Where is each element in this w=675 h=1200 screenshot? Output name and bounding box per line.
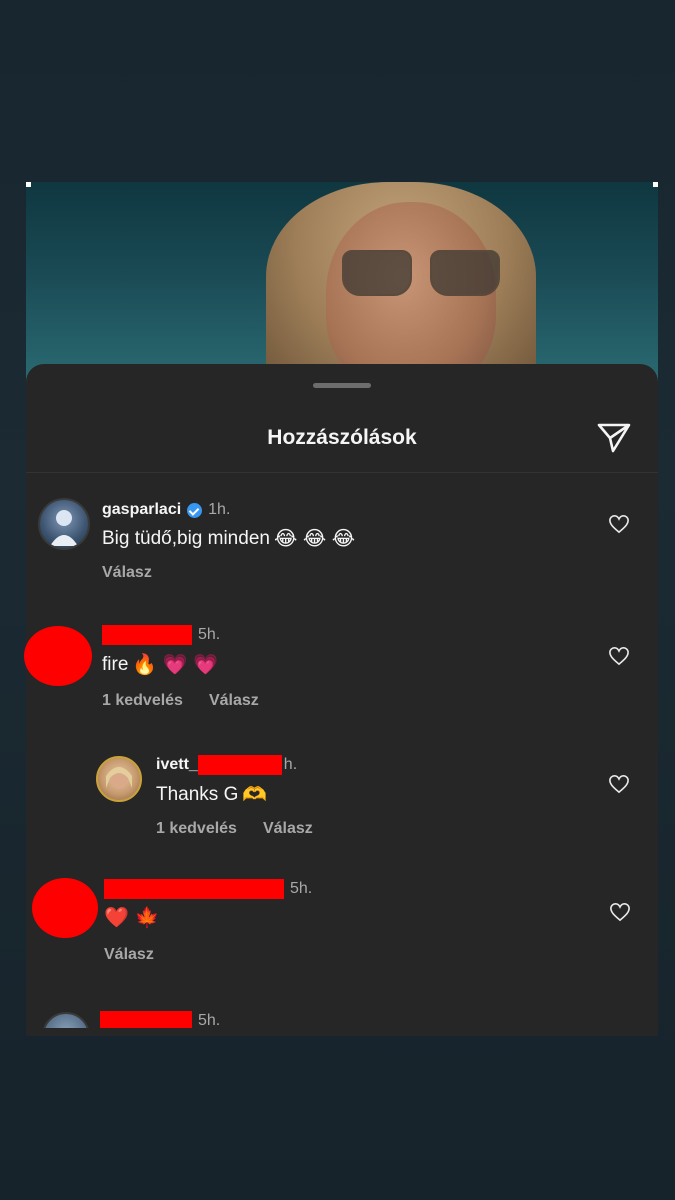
comment-emojis: 🫶	[242, 784, 268, 806]
reply-button[interactable]: Válasz	[102, 564, 152, 582]
avatar-redacted[interactable]	[24, 626, 92, 686]
username-redacted	[104, 879, 284, 899]
comment-emojis: 😂 😂 😂	[273, 528, 356, 550]
username-redacted	[102, 625, 192, 645]
username-redacted	[197, 755, 282, 775]
comment-time: 5h.	[290, 880, 313, 897]
avatar-figure	[50, 510, 78, 546]
comment-text: fire	[102, 654, 129, 675]
reply-button[interactable]: Válasz	[209, 692, 259, 710]
avatar-redacted[interactable]	[32, 878, 98, 938]
avatar[interactable]	[38, 498, 90, 550]
heart-outline-icon[interactable]	[608, 646, 630, 666]
sheet-grabber[interactable]	[313, 383, 371, 388]
comment-time: 5h.	[198, 626, 221, 643]
reply-button[interactable]: Válasz	[263, 820, 313, 838]
likes-count[interactable]: 1 kedvelés	[156, 820, 237, 838]
comment-emojis: 🔥 💗 💗	[132, 654, 219, 676]
sheet-title: Hozzászólások	[267, 426, 417, 449]
heart-outline-icon[interactable]	[609, 902, 631, 922]
story-photo	[26, 182, 658, 382]
photo-sunglasses	[342, 250, 502, 296]
comment-emojis: ❤️ 🍁	[104, 907, 160, 929]
comment-text: Big tüdő,big minden	[102, 528, 270, 549]
reply-button[interactable]: Válasz	[104, 946, 154, 964]
comment-username[interactable]: ivett_	[156, 756, 198, 774]
heart-outline-icon[interactable]	[608, 514, 630, 534]
comment-text: Thanks G	[156, 784, 239, 805]
heart-outline-icon[interactable]	[608, 774, 630, 794]
likes-count[interactable]: 1 kedvelés	[102, 692, 183, 710]
comment-time: 1h.	[208, 501, 231, 518]
verified-badge-icon	[187, 502, 203, 518]
send-icon[interactable]	[596, 421, 632, 455]
comments-sheet: Hozzászólások gasparlaci 1h. Big tüdő,bi…	[24, 364, 658, 1036]
comment-username[interactable]: gasparlaci	[102, 501, 181, 519]
header-divider	[26, 472, 658, 473]
comment-time: h.	[283, 756, 298, 773]
username-redacted	[100, 1011, 192, 1028]
comment-time: 5h.	[198, 1012, 221, 1028]
photo-corner	[653, 182, 658, 187]
avatar[interactable]	[96, 756, 142, 802]
photo-corner	[26, 182, 31, 187]
comment-item: 5h.	[26, 1008, 658, 1028]
avatar[interactable]	[42, 1012, 90, 1028]
avatar-figure	[106, 767, 132, 789]
